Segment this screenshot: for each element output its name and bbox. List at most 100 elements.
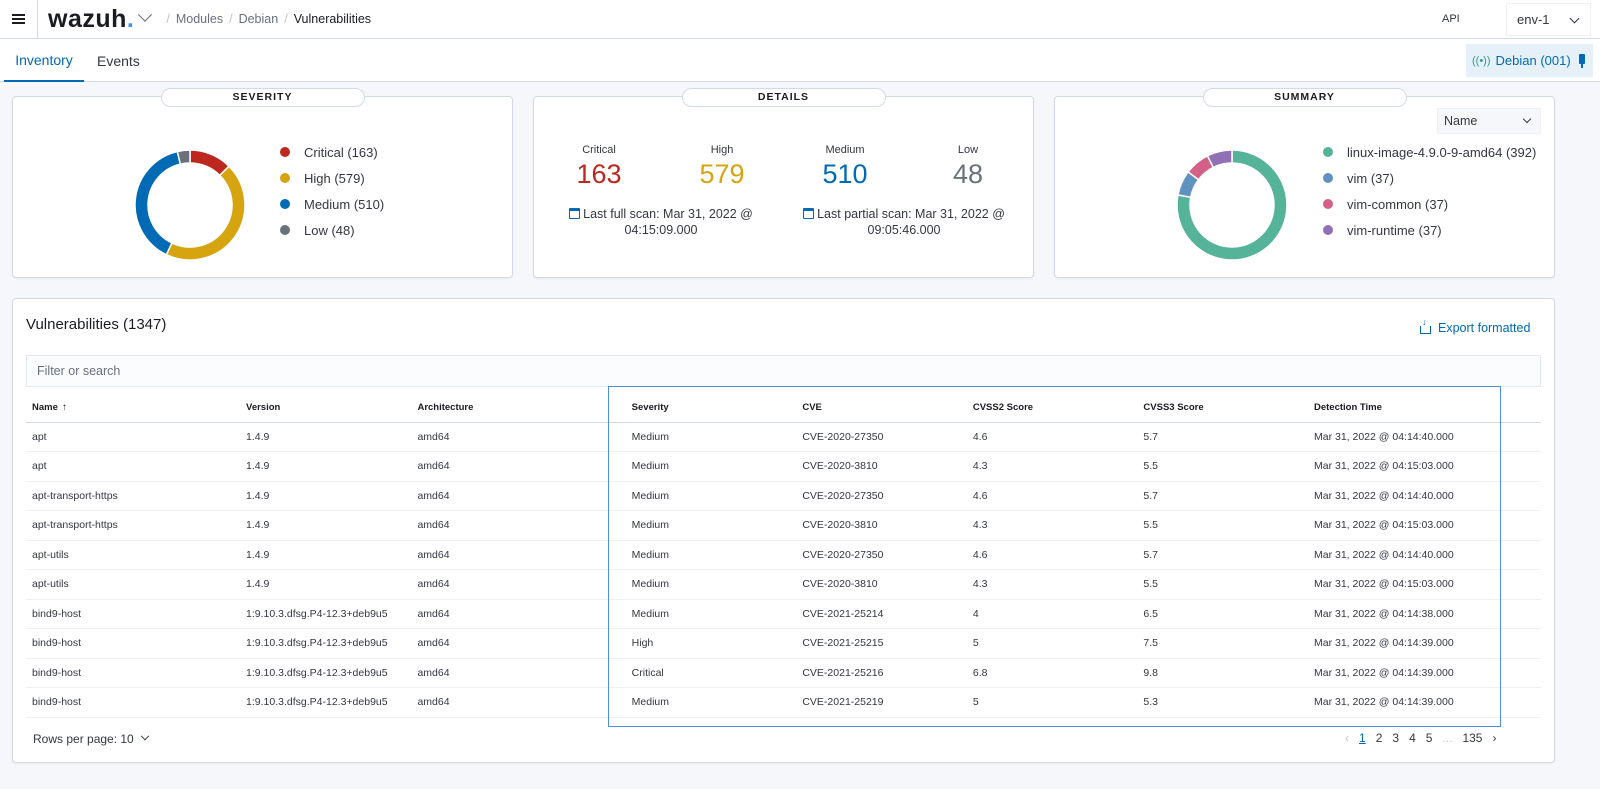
column-header-version[interactable]: Version xyxy=(240,393,412,423)
legend-item-medium[interactable]: Medium (510) xyxy=(280,191,384,217)
export-formatted-button[interactable]: Export formatted xyxy=(1420,317,1530,335)
tab-events[interactable]: Events xyxy=(97,39,140,82)
table-row[interactable]: bind9-host 1:9.10.3.dfsg.P4-12.3+deb9u5 am… xyxy=(26,658,1541,688)
table-row[interactable]: apt-transport-https 1.4.9 amd64 Medium CVE-2… xyxy=(26,510,1541,541)
page-button[interactable]: 135 xyxy=(1462,731,1482,745)
legend-label: linux-image-4.9.0-9-amd64 (392) xyxy=(1347,144,1537,160)
cell-severity: Medium xyxy=(625,540,797,570)
column-header-severity[interactable]: Severity xyxy=(625,393,797,423)
legend-dot xyxy=(280,199,290,209)
cell-name: apt-utils xyxy=(26,540,241,570)
column-header-cve[interactable]: CVE xyxy=(796,393,967,423)
cell-severity: Medium xyxy=(625,687,797,718)
legend-item-vim[interactable]: vim (37) xyxy=(1323,165,1536,191)
table-row[interactable]: apt-utils 1.4.9 amd64 Medium CVE-2020-27350 4… xyxy=(26,540,1541,570)
previous-page-icon[interactable]: ‹ xyxy=(1345,731,1349,745)
antenna-icon: ((•)) xyxy=(1472,54,1491,67)
cell-cvss2: 4 xyxy=(966,599,1138,629)
legend-item-vim-common[interactable]: vim-common (37) xyxy=(1323,191,1536,217)
severity-slice-1[interactable] xyxy=(165,165,246,261)
cell-cvss3: 9.8 xyxy=(1137,658,1308,688)
cell-name: apt-transport-https xyxy=(26,481,241,511)
agent-badge-label: Debian (001) xyxy=(1495,53,1571,68)
column-header-detection-time[interactable]: Detection Time xyxy=(1307,393,1541,423)
legend-label: Critical (163) xyxy=(304,144,378,160)
cell-cve: CVE-2020-27350 xyxy=(796,422,967,452)
summary-donut-chart xyxy=(1176,149,1288,261)
cell-detection-time: Mar 31, 2022 @ 04:15:03.000 xyxy=(1307,569,1541,600)
page-button[interactable]: 4 xyxy=(1409,731,1416,745)
breadcrumb-modules[interactable]: Modules xyxy=(176,12,223,26)
cell-cve: CVE-2021-25219 xyxy=(796,687,967,718)
breadcrumb-agent[interactable]: Debian xyxy=(239,12,279,26)
column-header-cvss2[interactable]: CVSS2 Score xyxy=(966,393,1138,423)
cell-cvss3: 5.7 xyxy=(1137,422,1308,452)
page-button[interactable]: 3 xyxy=(1392,731,1399,745)
wazuh-logo[interactable]: wazuh. xyxy=(48,6,134,32)
cell-architecture: amd64 xyxy=(411,540,626,570)
table-row[interactable]: apt-transport-https 1.4.9 amd64 Medium CVE-2… xyxy=(26,481,1541,511)
cell-cvss3: 6.5 xyxy=(1137,599,1308,629)
summary-slice-3[interactable] xyxy=(1206,149,1233,169)
table-row[interactable]: bind9-host 1:9.10.3.dfsg.P4-12.3+deb9u5 am… xyxy=(26,687,1541,718)
legend-dot xyxy=(1323,147,1333,157)
summary-field-select-value: Name xyxy=(1444,114,1478,128)
download-icon xyxy=(1420,317,1431,334)
summary-panel-title: SUMMARY xyxy=(1202,88,1407,107)
rows-per-page-label: Rows per page: 10 xyxy=(33,732,134,746)
column-header-cvss3[interactable]: CVSS3 Score xyxy=(1137,393,1308,423)
hamburger-icon xyxy=(12,18,25,20)
next-page-icon[interactable]: › xyxy=(1492,731,1496,745)
calendar-icon xyxy=(569,208,581,219)
table-row[interactable]: bind9-host 1:9.10.3.dfsg.P4-12.3+deb9u5 am… xyxy=(26,599,1541,629)
table-row[interactable]: apt-utils 1.4.9 amd64 Medium CVE-2020-3810 4.… xyxy=(26,569,1541,600)
cell-severity: Medium xyxy=(625,599,797,629)
cell-cvss2: 4.3 xyxy=(966,451,1138,482)
rows-per-page-select[interactable]: Rows per page: 10 xyxy=(33,731,149,746)
severity-donut-chart xyxy=(134,149,246,261)
severity-slice-3[interactable] xyxy=(176,149,191,166)
chevron-down-icon[interactable] xyxy=(138,7,153,22)
table-row[interactable]: bind9-host 1:9.10.3.dfsg.P4-12.3+deb9u5 am… xyxy=(26,628,1541,659)
cell-version: 1:9.10.3.dfsg.P4-12.3+deb9u5 xyxy=(240,658,412,688)
stat-high: High 579 xyxy=(672,144,772,190)
menu-button[interactable] xyxy=(0,0,38,39)
column-header-name[interactable]: Name ↑ xyxy=(26,393,241,423)
legend-item-vim-runtime[interactable]: vim-runtime (37) xyxy=(1323,217,1536,243)
api-label: API xyxy=(1442,13,1460,25)
legend-dot xyxy=(1323,199,1333,209)
legend-item-low[interactable]: Low (48) xyxy=(280,217,384,243)
table-row[interactable]: apt 1.4.9 amd64 Medium CVE-2020-3810 4.3 5.5 Ma… xyxy=(26,451,1541,482)
severity-legend: Critical (163) High (579) Medium (510) L… xyxy=(280,139,384,243)
legend-label: High (579) xyxy=(304,170,365,186)
pin-icon[interactable] xyxy=(1579,54,1585,68)
last-full-scan-text: Last full scan: Mar 31, 2022 @ 04:15:09.… xyxy=(583,207,753,237)
search-input[interactable]: Filter or search xyxy=(26,355,1541,387)
severity-slice-2[interactable] xyxy=(134,150,182,256)
cell-detection-time: Mar 31, 2022 @ 04:14:40.000 xyxy=(1307,481,1541,511)
api-select[interactable]: env-1 xyxy=(1506,3,1591,36)
cell-cve: CVE-2021-25215 xyxy=(796,628,967,659)
column-header-architecture[interactable]: Architecture xyxy=(411,393,626,423)
cell-cve: CVE-2020-3810 xyxy=(796,451,967,482)
cell-version: 1:9.10.3.dfsg.P4-12.3+deb9u5 xyxy=(240,687,412,718)
page-button[interactable]: 1 xyxy=(1359,731,1366,745)
cell-detection-time: Mar 31, 2022 @ 04:15:03.000 xyxy=(1307,451,1541,482)
page-button[interactable]: 2 xyxy=(1376,731,1383,745)
legend-item-high[interactable]: High (579) xyxy=(280,165,384,191)
cell-version: 1.4.9 xyxy=(240,569,412,600)
cell-architecture: amd64 xyxy=(411,510,626,541)
summary-field-select[interactable]: Name xyxy=(1437,108,1541,134)
agent-badge[interactable]: ((•)) Debian (001) xyxy=(1466,44,1593,77)
page-button[interactable]: 5 xyxy=(1426,731,1433,745)
legend-item-linux-image[interactable]: linux-image-4.9.0-9-amd64 (392) xyxy=(1323,139,1536,165)
cell-cve: CVE-2020-3810 xyxy=(796,569,967,600)
pagination-ellipsis: ... xyxy=(1442,731,1453,745)
legend-item-critical[interactable]: Critical (163) xyxy=(280,139,384,165)
cell-name: bind9-host xyxy=(26,628,241,659)
table-row[interactable]: apt 1.4.9 amd64 Medium CVE-2020-27350 4.6 5.7 M… xyxy=(26,422,1541,452)
cell-detection-time: Mar 31, 2022 @ 04:14:39.000 xyxy=(1307,658,1541,688)
tab-inventory[interactable]: Inventory xyxy=(4,39,84,82)
vulnerabilities-title: Vulnerabilities (1347) xyxy=(26,316,167,333)
cell-severity: Critical xyxy=(625,658,797,688)
